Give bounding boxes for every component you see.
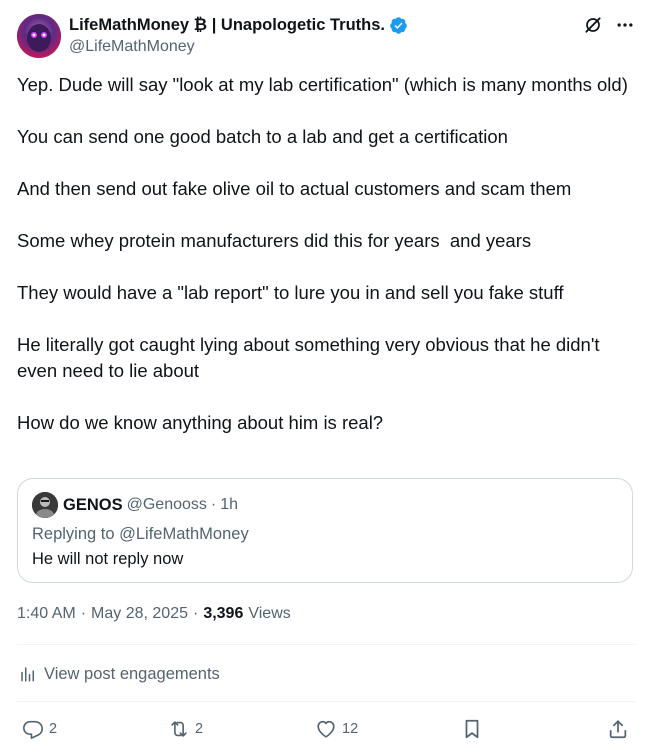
- repost-button[interactable]: 2: [168, 714, 203, 744]
- views-count: 3,396: [203, 605, 244, 622]
- bookmark-button[interactable]: [461, 714, 483, 744]
- quote-replying-to: Replying to @LifeMathMoney: [32, 525, 249, 543]
- quote-author-handle[interactable]: @Genooss: [127, 496, 207, 514]
- post-paragraph: Yep. Dude will say "look at my lab certi…: [17, 74, 628, 95]
- heart-icon: [315, 718, 337, 740]
- share-button[interactable]: [607, 714, 629, 744]
- quoted-post[interactable]: GENOS @Genooss · 1h Replying to @LifeMat…: [17, 478, 633, 583]
- view-engagements-link[interactable]: View post engagements: [17, 662, 220, 686]
- divider: [17, 701, 635, 702]
- reply-icon: [22, 718, 44, 740]
- quote-author-name[interactable]: GENOS: [63, 496, 123, 515]
- reply-button[interactable]: 2: [22, 714, 57, 744]
- grok-icon[interactable]: [583, 15, 603, 35]
- repost-count: 2: [195, 721, 204, 737]
- author-handle[interactable]: @LifeMathMoney: [69, 38, 408, 56]
- post-paragraph: He literally got caught lying about some…: [17, 334, 605, 381]
- post-date[interactable]: May 28, 2025: [91, 605, 188, 623]
- reply-count: 2: [49, 721, 58, 737]
- like-count: 12: [342, 721, 359, 737]
- separator-dot: ·: [210, 496, 217, 513]
- more-icon[interactable]: [615, 15, 635, 35]
- post-paragraph: How do we know anything about him is rea…: [17, 412, 384, 433]
- like-button[interactable]: 12: [315, 714, 358, 744]
- post-paragraph: Some whey protein manufacturers did this…: [17, 230, 532, 251]
- views-label: Views: [248, 605, 291, 622]
- author-avatar[interactable]: [17, 14, 61, 58]
- post-paragraph: You can send one good batch to a lab and…: [17, 126, 508, 147]
- separator-dot: ·: [80, 605, 87, 622]
- post-actions: 2 2 12: [17, 714, 635, 744]
- share-icon: [607, 718, 629, 740]
- separator-dot: ·: [192, 605, 199, 622]
- post-paragraph: They would have a "lab report" to lure y…: [17, 282, 564, 303]
- quote-avatar[interactable]: [32, 492, 58, 518]
- post-time[interactable]: 1:40 AM: [17, 605, 76, 623]
- engagements-label: View post engagements: [44, 664, 220, 683]
- post-meta: 1:40 AM · May 28, 2025 · 3,396 Views: [17, 603, 291, 625]
- post-paragraph: And then send out fake olive oil to actu…: [17, 178, 572, 199]
- divider: [17, 644, 635, 645]
- bookmark-icon: [461, 718, 483, 740]
- post-header: LifeMathMoney ₿ | Unapologetic Truths. @…: [17, 14, 635, 58]
- repost-icon: [168, 718, 190, 740]
- quote-text: He will not reply now: [32, 550, 184, 568]
- quote-timestamp[interactable]: 1h: [220, 496, 238, 514]
- analytics-icon: [19, 665, 37, 683]
- post-text: Yep. Dude will say "look at my lab certi…: [17, 72, 635, 436]
- verified-badge-icon: [389, 16, 408, 35]
- author-display-name[interactable]: LifeMathMoney ₿ | Unapologetic Truths.: [69, 16, 385, 35]
